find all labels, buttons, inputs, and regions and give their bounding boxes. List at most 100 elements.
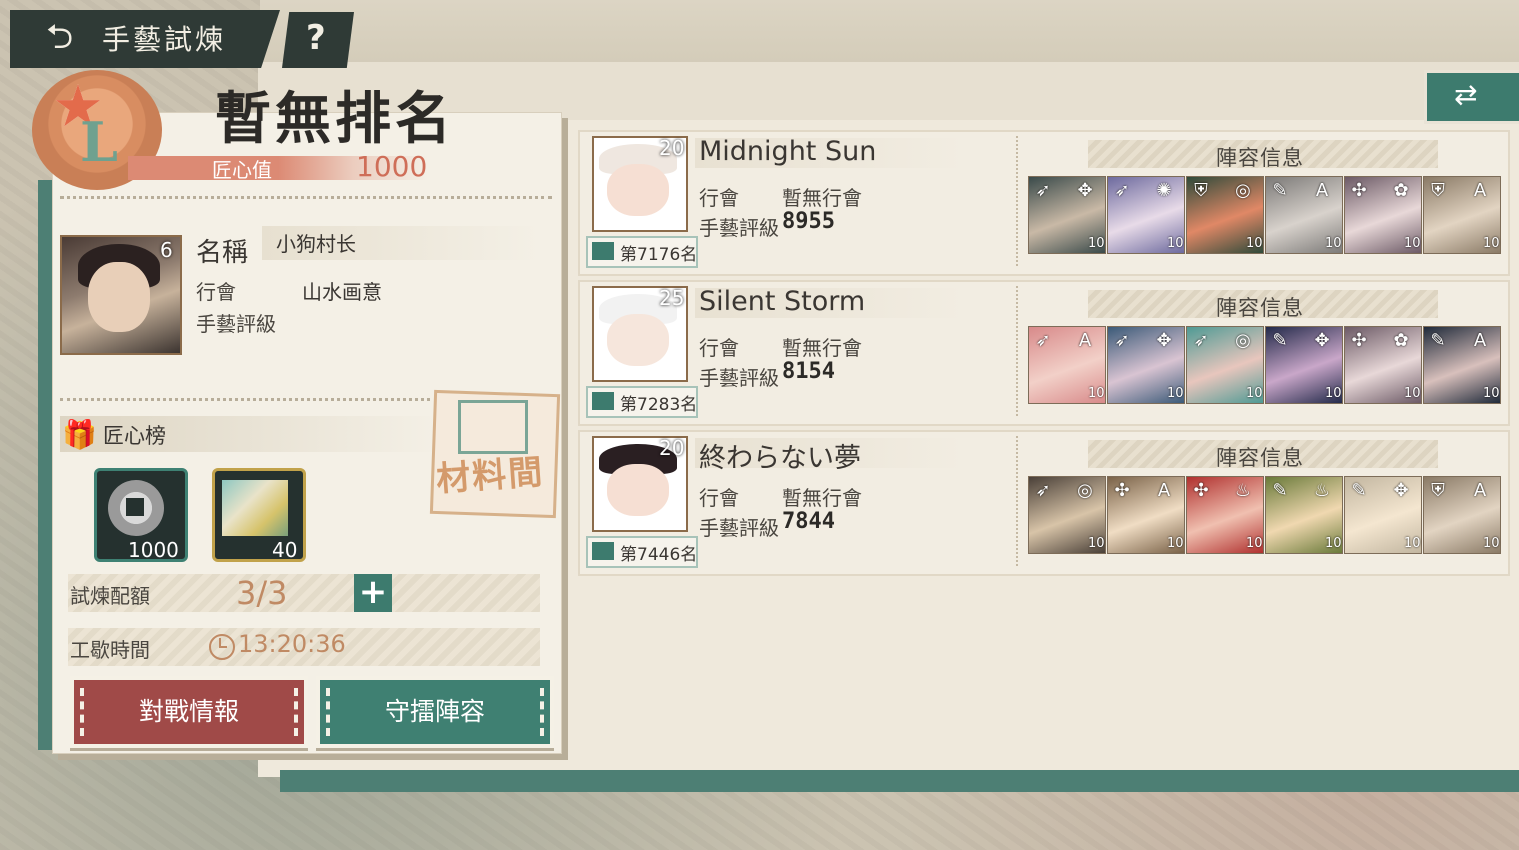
player-guild: 山水画意 [302,280,382,304]
knot-icon: ✣ [1351,180,1367,201]
battle-info-button[interactable]: 對戰情報 [70,676,308,748]
opponent-rating: 8154 [782,359,835,384]
opponent-rating: 8955 [782,209,835,234]
a-icon: A [1473,330,1487,351]
rest-time-label: 工歇時間 [70,638,150,662]
podium-icon [592,242,614,260]
bottom-band [280,770,1519,792]
brush-icon: ✎ [1272,180,1288,201]
card-icon [222,480,288,536]
bow-icon: ➶ [1035,180,1051,201]
card-divider [1016,136,1018,266]
opponent-rank: 第7176名 [620,245,698,265]
page-title: 手藝試煉 [102,23,227,56]
knot-icon: ✣ [1193,480,1209,501]
hero-level: 10 [1325,536,1342,551]
hero-level: 10 [1167,536,1184,551]
bow-icon: ➶ [1193,330,1209,351]
shield-icon: ⛨ [1431,180,1445,201]
top-strip [260,0,1519,70]
card-divider [1016,436,1018,566]
star-icon: ✺ [1156,180,1172,201]
hero-level: 10 [1404,386,1421,401]
opponent-name: Midnight Sun [699,136,877,167]
clock-hand [219,646,227,648]
refresh-icon: ⇄ [1454,78,1478,111]
brush-icon: ✎ [1430,330,1446,351]
ornament-icon: ✥ [1077,180,1093,201]
guild-label: 行會 [699,186,739,210]
quota-label: 試煉配額 [70,584,150,608]
podium-icon [592,392,614,410]
a-icon: A [1157,480,1171,501]
rating-label: 手藝評級 [196,312,276,336]
gift-icon: 🎁 [62,418,97,451]
hero-level: 10 [1483,386,1500,401]
bow-icon: ➶ [1114,180,1130,201]
a-icon: A [1473,480,1487,501]
spiral-icon: ◎ [1235,180,1251,201]
hero-level: 10 [1404,536,1421,551]
materials-room-label[interactable]: 材料間 [434,444,546,500]
hero-level: 10 [1246,236,1263,251]
ornament-icon: ✥ [1393,480,1409,501]
shield-icon: ⛨ [1194,180,1208,201]
brush-icon: ✎ [1272,330,1288,351]
hero-level: 10 [1246,536,1263,551]
divider [60,196,552,199]
bow-icon: ➶ [1114,330,1130,351]
avatar-face [607,314,669,366]
knot-icon: ✣ [1114,480,1130,501]
opponent-rating: 7844 [782,509,835,534]
score-label: 匠心值 [212,158,272,182]
opponent-guild: 暫無行會 [782,336,862,360]
a-icon: A [1078,330,1092,351]
hero-level: 10 [1088,386,1105,401]
league-letter-icon: L [80,110,118,174]
coin-count: 1000 [128,538,179,562]
leaderboard-title[interactable]: 匠心榜 [103,420,166,450]
player-level: 6 [160,238,173,262]
a-icon: A [1473,180,1487,201]
defense-team-button[interactable]: 守擂陣容 [316,676,554,748]
ornament-icon: ✥ [1314,330,1330,351]
brush-icon: ✎ [1272,480,1288,501]
hero-level: 10 [1483,236,1500,251]
back-arrow-icon[interactable]: ⮌ [46,20,86,54]
opponent-rank: 第7446名 [620,545,698,565]
divider [60,398,430,401]
add-quota-button[interactable]: + [354,574,392,612]
hero-level: 10 [1246,386,1263,401]
rank-status: 暫無排名 [215,86,455,152]
team-info-label: 陣容信息 [1216,296,1304,320]
avatar-face [607,164,669,216]
opponent-name: 終わらない夢 [699,443,861,474]
rating-label: 手藝評級 [699,366,779,390]
question-icon[interactable]: ? [306,18,326,58]
ornament-icon: ✥ [1156,330,1172,351]
opponent-name: Silent Storm [699,286,866,317]
score-value: 1000 [356,150,428,183]
card-divider [1016,286,1018,416]
opponent-level: 20 [659,436,685,460]
a-icon: A [1315,180,1329,201]
spiral-icon: ◎ [1235,330,1251,351]
opponent-level: 20 [659,136,685,160]
avatar-face [607,464,669,516]
swirl-icon: ✿ [1393,330,1409,351]
brush-icon: ✎ [1351,480,1367,501]
flame-icon: ♨ [1313,480,1331,501]
knot-icon: ✣ [1351,330,1367,351]
card-count: 40 [272,538,298,562]
team-info-label: 陣容信息 [1216,146,1304,170]
opponent-guild: 暫無行會 [782,486,862,510]
guild-label: 行會 [196,280,236,304]
podium-icon [592,542,614,560]
team-info-label: 陣容信息 [1216,446,1304,470]
hero-level: 10 [1088,236,1105,251]
flame-icon: ♨ [1234,480,1252,501]
shield-icon: ⛨ [1431,480,1445,501]
hero-level: 10 [1404,236,1421,251]
rating-label: 手藝評級 [699,516,779,540]
hero-level: 10 [1167,386,1184,401]
